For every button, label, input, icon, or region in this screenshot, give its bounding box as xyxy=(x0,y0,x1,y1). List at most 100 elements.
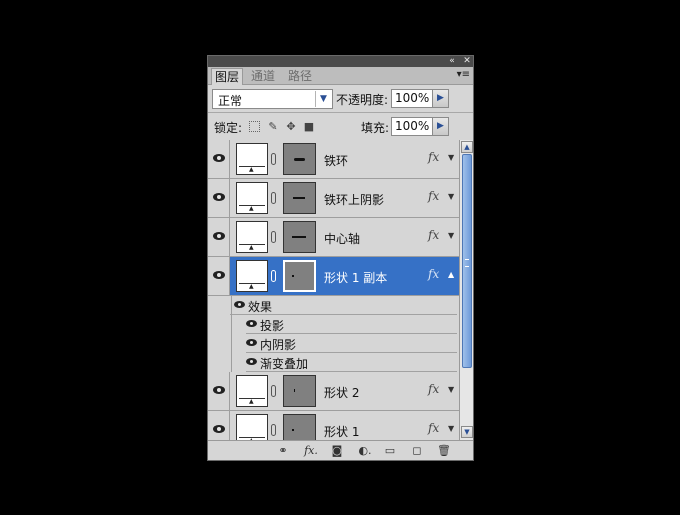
vector-mask-thumbnail[interactable] xyxy=(283,182,316,214)
fill-input[interactable]: 100% xyxy=(391,117,433,136)
expand-effects-icon[interactable]: ▼ xyxy=(448,385,454,394)
collapse-effects-icon[interactable]: ▲ xyxy=(448,270,454,279)
layers-list: ▲ 铁环 fx ▼ ▲ 铁环上阴影 fx ▼ ▲ 中心轴 fx ▼ ▲ 形状 1… xyxy=(208,140,459,440)
eye-icon xyxy=(213,271,225,279)
scroll-down-icon[interactable]: ▼ xyxy=(461,426,473,438)
effect-row[interactable]: 投影 xyxy=(208,315,459,334)
panel-titlebar: « ✕ xyxy=(208,56,473,67)
fill-label: 填充: xyxy=(361,121,390,135)
expand-effects-icon[interactable]: ▼ xyxy=(448,192,454,201)
layer-name[interactable]: 形状 1 副本 xyxy=(324,269,387,286)
layer-row[interactable]: ▲ 铁环 fx ▼ xyxy=(208,140,459,179)
layer-thumbnail: ▲ xyxy=(236,221,268,253)
layer-row-selected[interactable]: ▲ 形状 1 副本 fx ▲ xyxy=(208,257,459,296)
link-icon[interactable] xyxy=(271,424,276,436)
close-icon[interactable]: ✕ xyxy=(461,56,473,67)
visibility-toggle[interactable] xyxy=(208,218,230,256)
blend-mode-select[interactable]: 正常 ▼ xyxy=(212,89,333,109)
vector-mask-thumbnail[interactable] xyxy=(283,221,316,253)
fx-icon[interactable]: fx xyxy=(428,267,439,281)
link-layers-icon[interactable]: ⚭ xyxy=(274,444,292,458)
trash-icon[interactable]: 🗑 xyxy=(437,444,451,458)
layer-name[interactable]: 中心轴 xyxy=(324,230,360,247)
fx-icon[interactable]: fx xyxy=(428,150,439,164)
vector-mask-thumbnail[interactable] xyxy=(283,143,316,175)
fill-slider-button[interactable]: ▶ xyxy=(432,117,449,136)
opacity-label: 不透明度: xyxy=(336,93,389,107)
chevron-down-icon: ▼ xyxy=(315,91,331,107)
lock-all-icon[interactable]: ■ xyxy=(303,121,315,133)
vector-mask-thumbnail[interactable] xyxy=(283,375,316,407)
effect-row[interactable]: 内阴影 xyxy=(208,334,459,353)
fx-icon[interactable]: fx xyxy=(428,228,439,242)
scrollbar-thumb[interactable] xyxy=(462,154,472,368)
layers-panel: « ✕ 图层 通道 路径 ▾≡ 正常 ▼ 不透明度: 100% ▶ 锁定: ✎ … xyxy=(207,55,474,461)
adjustment-layer-icon[interactable]: ◐. xyxy=(356,444,374,458)
link-icon[interactable] xyxy=(271,385,276,397)
expand-effects-icon[interactable]: ▼ xyxy=(448,231,454,240)
effects-group-row[interactable]: 效果 xyxy=(208,296,459,315)
blend-mode-value: 正常 xyxy=(218,94,243,108)
eye-icon xyxy=(213,232,225,240)
visibility-toggle[interactable] xyxy=(208,372,230,410)
effect-label: 投影 xyxy=(260,319,285,333)
fx-icon[interactable]: fx xyxy=(428,189,439,203)
lock-label: 锁定: xyxy=(214,121,243,135)
layer-row[interactable]: ▲ 中心轴 fx ▼ xyxy=(208,218,459,257)
fx-icon[interactable]: fx xyxy=(428,421,439,435)
scroll-up-icon[interactable]: ▲ xyxy=(461,141,473,153)
link-icon[interactable] xyxy=(271,270,276,282)
fx-icon[interactable]: fx xyxy=(428,382,439,396)
layer-name[interactable]: 铁环 xyxy=(324,152,348,169)
layer-thumbnail: ▲ xyxy=(236,182,268,214)
expand-effects-icon[interactable]: ▼ xyxy=(448,424,454,433)
layers-scrollbar[interactable]: ▲ ▼ xyxy=(459,140,473,440)
link-icon[interactable] xyxy=(271,231,276,243)
tab-paths[interactable]: 路径 xyxy=(285,68,315,85)
link-icon[interactable] xyxy=(271,153,276,165)
add-mask-icon[interactable]: ◙ xyxy=(330,444,344,458)
opacity-input[interactable]: 100% xyxy=(391,89,433,108)
effects-divider xyxy=(231,296,232,372)
lock-move-icon[interactable]: ✥ xyxy=(285,121,297,133)
visibility-toggle[interactable] xyxy=(208,411,230,440)
layer-thumbnail: ▲ xyxy=(236,260,268,292)
layer-row[interactable]: ▲ 形状 1 fx ▼ xyxy=(208,411,459,440)
tab-channels[interactable]: 通道 xyxy=(248,68,278,85)
link-icon[interactable] xyxy=(271,192,276,204)
vector-mask-thumbnail[interactable] xyxy=(283,260,316,292)
eye-icon xyxy=(213,193,225,201)
effects-label: 效果 xyxy=(248,300,273,314)
layer-row[interactable]: ▲ 铁环上阴影 fx ▼ xyxy=(208,179,459,218)
eye-icon[interactable] xyxy=(246,320,257,327)
new-layer-icon[interactable]: ◻ xyxy=(410,444,424,458)
layer-name[interactable]: 铁环上阴影 xyxy=(324,191,384,208)
visibility-toggle[interactable] xyxy=(208,140,230,178)
effect-row[interactable]: 渐变叠加 xyxy=(208,353,459,372)
lock-transparent-icon[interactable] xyxy=(249,121,260,132)
panel-menu-icon[interactable]: ▾≡ xyxy=(457,69,470,80)
lock-paint-icon[interactable]: ✎ xyxy=(267,121,279,133)
visibility-toggle[interactable] xyxy=(208,257,230,295)
effect-label: 内阴影 xyxy=(260,338,297,352)
panel-tabs: 图层 通道 路径 ▾≡ xyxy=(208,67,473,85)
eye-icon xyxy=(213,386,225,394)
tab-layers[interactable]: 图层 xyxy=(211,68,244,85)
collapse-icon[interactable]: « xyxy=(446,56,458,67)
eye-icon[interactable] xyxy=(246,358,257,365)
lock-fill-row: 锁定: ✎ ✥ ■ 填充: 100% ▶ xyxy=(208,113,473,141)
new-group-icon[interactable]: ▭ xyxy=(383,444,397,458)
expand-effects-icon[interactable]: ▼ xyxy=(448,153,454,162)
layer-name[interactable]: 形状 2 xyxy=(324,384,359,401)
panel-footer: ⚭ fx. ◙ ◐. ▭ ◻ 🗑 xyxy=(208,440,473,460)
vector-mask-thumbnail[interactable] xyxy=(283,414,316,440)
add-style-icon[interactable]: fx. xyxy=(301,444,321,458)
opacity-slider-button[interactable]: ▶ xyxy=(432,89,449,108)
layer-name[interactable]: 形状 1 xyxy=(324,423,359,440)
layer-thumbnail: ▲ xyxy=(236,143,268,175)
layer-row[interactable]: ▲ 形状 2 fx ▼ xyxy=(208,372,459,411)
layer-thumbnail: ▲ xyxy=(236,375,268,407)
visibility-toggle[interactable] xyxy=(208,179,230,217)
eye-icon[interactable] xyxy=(234,301,245,308)
eye-icon[interactable] xyxy=(246,339,257,346)
